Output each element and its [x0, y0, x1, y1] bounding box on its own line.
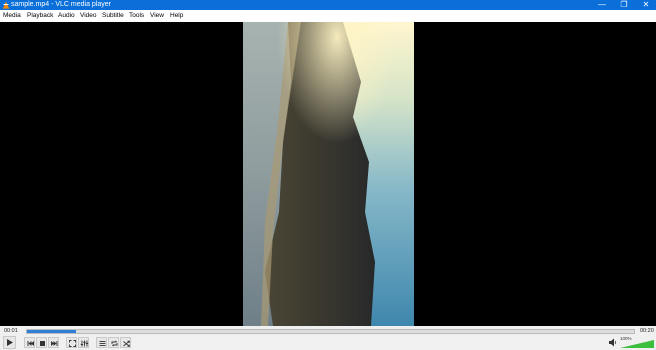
previous-icon — [27, 341, 34, 346]
menu-playback[interactable]: Playback — [27, 10, 53, 22]
next-icon — [51, 341, 58, 346]
extended-settings-icon — [80, 340, 89, 347]
fullscreen-icon — [69, 340, 76, 347]
total-time: 00:20 — [640, 328, 654, 334]
menu-audio[interactable]: Audio — [58, 10, 75, 22]
stop-button[interactable] — [36, 337, 47, 348]
loop-button[interactable] — [108, 337, 119, 348]
control-panel: 00:01 00:20 100% — [0, 326, 656, 350]
volume-slider-fill — [620, 340, 654, 348]
menu-subtitle[interactable]: Subtitle — [102, 10, 124, 22]
playlist-button[interactable] — [96, 337, 107, 348]
seek-bar[interactable] — [26, 329, 635, 334]
menu-view[interactable]: View — [150, 10, 164, 22]
play-icon[interactable] — [3, 336, 16, 349]
menu-tools[interactable]: Tools — [129, 10, 144, 22]
extended-settings-button[interactable] — [78, 337, 89, 348]
menu-help[interactable]: Help — [170, 10, 183, 22]
close-button[interactable]: ✕ — [634, 0, 656, 10]
seek-bar-fill — [27, 330, 76, 333]
volume-control[interactable]: 100% — [606, 336, 654, 348]
next-button[interactable] — [48, 337, 59, 348]
fullscreen-button[interactable] — [66, 337, 77, 348]
elapsed-time: 00:01 — [4, 328, 18, 334]
speaker-icon[interactable] — [608, 337, 618, 348]
menu-video[interactable]: Video — [80, 10, 97, 22]
video-frame — [243, 22, 414, 326]
vlc-cone-icon — [2, 1, 10, 9]
window-title: sample.mp4 - VLC media player — [11, 1, 111, 8]
stop-icon — [40, 341, 45, 346]
menu-bar: Media Playback Audio Video Subtitle Tool… — [0, 10, 656, 22]
playlist-icon — [99, 341, 106, 346]
maximize-button[interactable]: ❐ — [612, 0, 636, 10]
previous-button[interactable] — [24, 337, 35, 348]
minimize-button[interactable]: — — [590, 0, 614, 10]
shuffle-icon — [123, 340, 130, 347]
loop-icon — [111, 340, 118, 347]
volume-slider[interactable] — [620, 340, 654, 348]
menu-media[interactable]: Media — [3, 10, 21, 22]
title-bar: sample.mp4 - VLC media player — ❐ ✕ — [0, 0, 656, 10]
shuffle-button[interactable] — [120, 337, 131, 348]
